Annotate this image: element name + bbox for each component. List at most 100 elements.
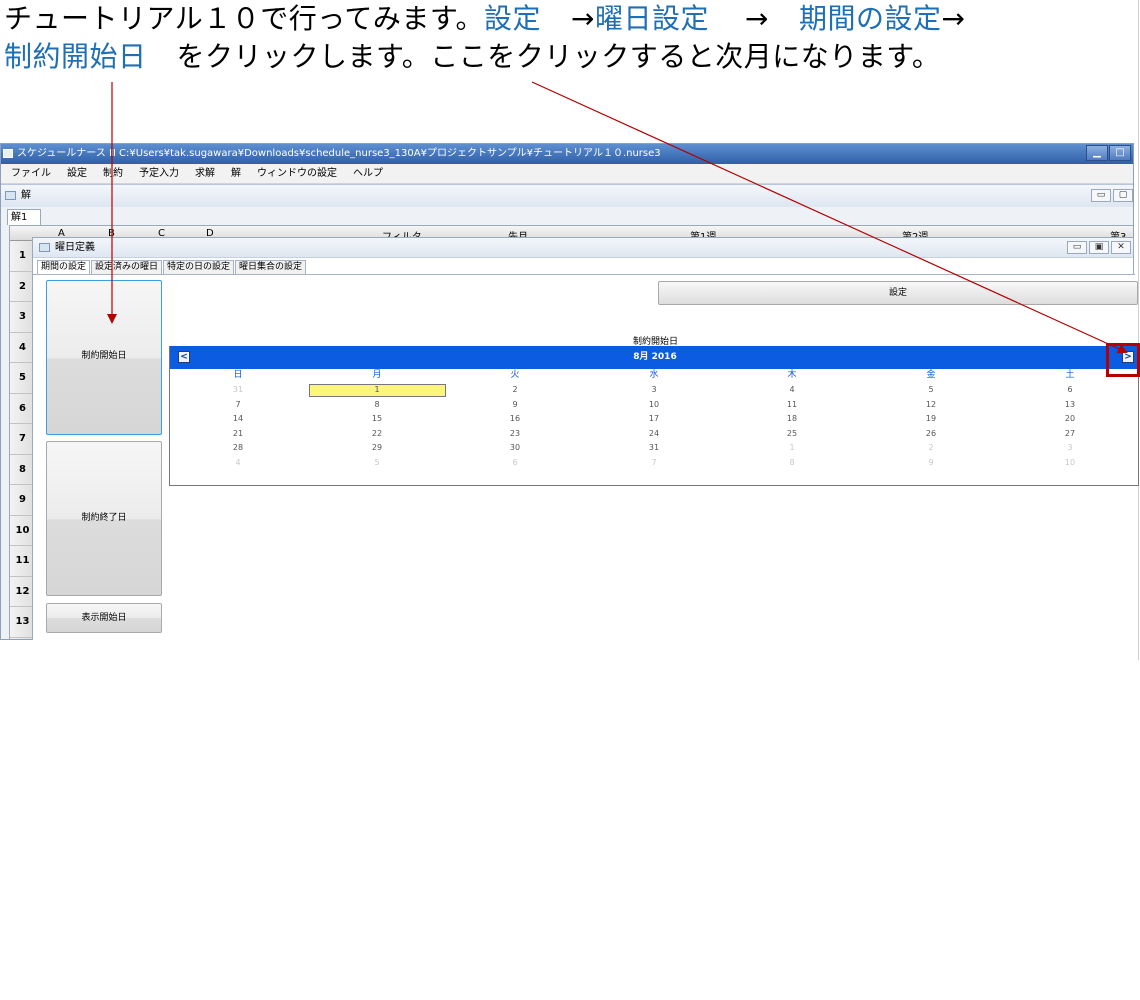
menu-file[interactable]: ファイル — [11, 164, 51, 183]
calendar-day[interactable]: 17 — [634, 413, 674, 425]
calendar-day[interactable]: 31 — [218, 384, 258, 396]
menu-bar: ファイル 設定 制約 予定入力 求解 解 ウィンドウの設定 ヘルプ — [1, 164, 1133, 184]
calendar-day[interactable]: 2 — [495, 384, 535, 396]
window-icon — [5, 191, 16, 200]
tab-solution-1[interactable]: 解1 — [7, 209, 41, 225]
tab-period-settings[interactable]: 期間の設定 — [37, 260, 91, 274]
maximize-icon[interactable]: □ — [1109, 145, 1131, 161]
calendar-day[interactable]: 10 — [634, 399, 674, 411]
tab-weekday-set-settings[interactable]: 曜日集合の設定 — [235, 260, 307, 274]
calendar: 8月 2016 < > 日月火水木金土 31 1 2 3 4 5 6 7 8 9 10 11 12 13 14… — [169, 346, 1140, 486]
next-month-highlight-box — [1106, 343, 1140, 377]
calendar-day[interactable]: 27 — [1050, 428, 1090, 440]
calendar-day[interactable]: 11 — [772, 399, 812, 411]
weekday-header: 日 — [233, 370, 243, 380]
calendar-day[interactable]: 7 — [218, 399, 258, 411]
instruction-prefix: チュートリアル１０で行ってみます。 — [4, 2, 485, 35]
weekday-definition-dialog: 曜日定義 ▭ ▣ ✕ 期間の設定 設定済みの曜日 特定の日の設定 曜日集合の設定… — [32, 237, 1140, 641]
tab-configured-weekdays[interactable]: 設定済みの曜日 — [91, 260, 163, 274]
calendar-day[interactable]: 24 — [634, 428, 674, 440]
window-icon — [39, 243, 50, 252]
maximize-icon[interactable]: ▣ — [1089, 241, 1109, 254]
calendar-day[interactable]: 8 — [357, 399, 397, 411]
calendar-day[interactable]: 16 — [495, 413, 535, 425]
calendar-day[interactable]: 4 — [218, 457, 258, 469]
calendar-day[interactable]: 28 — [218, 442, 258, 454]
calendar-day[interactable]: 15 — [357, 413, 397, 425]
calendar-day[interactable]: 30 — [495, 442, 535, 454]
calendar-day[interactable]: 6 — [1050, 384, 1090, 396]
calendar-day[interactable]: 22 — [357, 428, 397, 440]
calendar-day[interactable]: 5 — [357, 457, 397, 469]
dialog-window-controls: ▭ ▣ ✕ — [1067, 241, 1131, 254]
calendar-day[interactable]: 21 — [218, 428, 258, 440]
minimize-icon[interactable]: ▁ — [1086, 145, 1108, 161]
calendar-day[interactable]: 2 — [911, 442, 951, 454]
solution-window-title: 解 — [21, 190, 31, 201]
tab-specific-day-settings[interactable]: 特定の日の設定 — [163, 260, 235, 274]
calendar-day[interactable]: 9 — [495, 399, 535, 411]
minimize-icon[interactable]: ▭ — [1091, 189, 1111, 202]
dialog-title: 曜日定義 — [55, 242, 95, 253]
weekday-header: 土 — [1065, 370, 1075, 380]
calendar-month: 8月 2016 — [633, 352, 677, 362]
calendar-day[interactable]: 1 — [772, 442, 812, 454]
weekday-header: 月 — [372, 370, 382, 380]
calendar-day[interactable]: 31 — [634, 442, 674, 454]
calendar-header: 8月 2016 — [170, 346, 1140, 369]
instruction-line-1: チュートリアル１０で行ってみます。設定 →曜日設定 → 期間の設定→ — [4, 2, 965, 36]
calendar-day[interactable]: 26 — [911, 428, 951, 440]
prev-month-button[interactable]: < — [178, 351, 190, 363]
instruction-suffix: をクリックします。ここをクリックすると次月になります。 — [176, 40, 941, 73]
menu-solution[interactable]: 解 — [231, 164, 241, 183]
calendar-day[interactable]: 9 — [911, 457, 951, 469]
calendar-day[interactable]: 23 — [495, 428, 535, 440]
menu-window-settings[interactable]: ウィンドウの設定 — [257, 164, 337, 183]
calendar-day[interactable]: 18 — [772, 413, 812, 425]
keyword-period-settings: 期間の設定 — [799, 2, 942, 35]
instruction-line-2: 制約開始日 をクリックします。ここをクリックすると次月になります。 — [4, 40, 940, 74]
app-icon — [3, 149, 13, 158]
calendar-day[interactable]: 12 — [911, 399, 951, 411]
weekday-header: 金 — [926, 370, 936, 380]
calendar-day[interactable]: 4 — [772, 384, 812, 396]
menu-schedule-input[interactable]: 予定入力 — [139, 164, 179, 183]
calendar-day[interactable]: 5 — [911, 384, 951, 396]
menu-solve[interactable]: 求解 — [195, 164, 215, 183]
calendar-day[interactable]: 1 — [357, 384, 397, 396]
weekday-header: 火 — [510, 370, 520, 380]
calendar-day[interactable]: 20 — [1050, 413, 1090, 425]
constraint-start-date-button[interactable]: 制約開始日 — [46, 280, 162, 435]
display-start-date-button[interactable]: 表示開始日 — [46, 603, 162, 633]
window-controls: ▁ □ — [1086, 145, 1131, 161]
calendar-day[interactable]: 29 — [357, 442, 397, 454]
keyword-constraint-start: 制約開始日 — [4, 40, 147, 73]
calendar-day[interactable]: 13 — [1050, 399, 1090, 411]
minimize-icon[interactable]: ▭ — [1067, 241, 1087, 254]
menu-settings[interactable]: 設定 — [67, 164, 87, 183]
restore-icon[interactable]: ▢ — [1113, 189, 1133, 202]
page-edge-line — [1138, 0, 1139, 660]
solution-window-titlebar[interactable]: 解 ▭ ▢ — [1, 185, 1133, 207]
calendar-day[interactable]: 7 — [634, 457, 674, 469]
calendar-day[interactable]: 8 — [772, 457, 812, 469]
menu-help[interactable]: ヘルプ — [353, 164, 383, 183]
calendar-day[interactable]: 6 — [495, 457, 535, 469]
calendar-day[interactable]: 10 — [1050, 457, 1090, 469]
calendar-day[interactable]: 3 — [1050, 442, 1090, 454]
calendar-day[interactable]: 19 — [911, 413, 951, 425]
keyword-weekday-settings: 曜日設定 — [595, 2, 710, 35]
dialog-tabs: 期間の設定 設定済みの曜日 特定の日の設定 曜日集合の設定 — [37, 260, 307, 274]
constraint-end-date-button[interactable]: 制約終了日 — [46, 441, 162, 596]
close-icon[interactable]: ✕ — [1111, 241, 1131, 254]
app-titlebar[interactable]: スケジュールナース Ⅲ C:¥Users¥tak.sugawara¥Downlo… — [1, 144, 1133, 164]
calendar-day[interactable]: 14 — [218, 413, 258, 425]
set-button[interactable]: 設定 — [658, 281, 1138, 305]
weekday-header: 水 — [649, 370, 659, 380]
calendar-day[interactable]: 3 — [634, 384, 674, 396]
keyword-settings: 設定 — [484, 2, 542, 35]
calendar-day[interactable]: 25 — [772, 428, 812, 440]
dialog-body: 制約開始日 制約終了日 表示開始日 設定 制約開始日 8月 2016 < > 日… — [33, 274, 1140, 641]
menu-constraints[interactable]: 制約 — [103, 164, 123, 183]
dialog-titlebar[interactable]: 曜日定義 ▭ ▣ ✕ — [33, 238, 1133, 258]
